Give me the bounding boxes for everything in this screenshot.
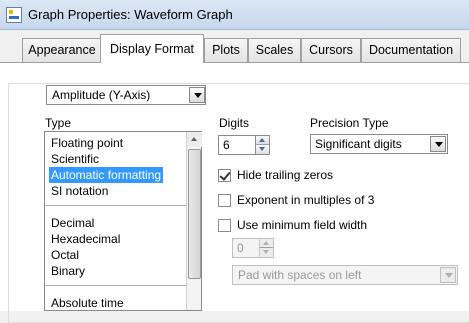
increment-icon[interactable] [259, 239, 273, 248]
decrement-icon[interactable] [259, 248, 273, 257]
tab-scales[interactable]: Scales [248, 38, 301, 62]
digits-value: 6 [223, 138, 230, 152]
list-separator [45, 285, 187, 286]
chevron-down-icon[interactable] [189, 87, 205, 103]
tab-label: Display Format [109, 42, 195, 56]
list-item[interactable]: Octal [49, 247, 81, 263]
list-item[interactable]: Floating point [49, 135, 125, 151]
list-item[interactable]: Hexadecimal [49, 231, 122, 247]
type-label: Type [45, 116, 72, 130]
digits-label: Digits [219, 116, 250, 130]
tab-documentation[interactable]: Documentation [361, 38, 461, 62]
digits-stepper[interactable]: 6 [218, 135, 270, 155]
title-bar: Graph Properties: Waveform Graph [0, 0, 469, 30]
precision-type-label: Precision Type [310, 116, 389, 130]
precision-type-select[interactable]: Significant digits [310, 134, 448, 154]
padding-select[interactable]: Pad with spaces on left [232, 265, 458, 285]
min-width-value: 0 [237, 241, 244, 255]
list-item[interactable]: Binary [49, 263, 87, 279]
list-item[interactable]: SI notation [49, 183, 110, 199]
min-field-width-label: Use minimum field width [237, 218, 368, 232]
tab-strip: Appearance Display Format Plots Scales C… [0, 30, 469, 63]
axis-select[interactable]: Amplitude (Y-Axis) [46, 85, 206, 105]
hide-trailing-zeros-label: Hide trailing zeros [237, 168, 334, 182]
tab-cursors[interactable]: Cursors [301, 38, 361, 62]
list-item[interactable]: Absolute time [49, 295, 126, 310]
app-icon [6, 7, 22, 23]
tab-display-format[interactable]: Display Format [100, 34, 204, 63]
precision-type-value: Significant digits [315, 137, 402, 151]
axis-select-value: Amplitude (Y-Axis) [52, 88, 151, 102]
min-field-width-checkbox[interactable] [218, 219, 231, 232]
tab-label: Documentation [368, 43, 454, 57]
tab-plots[interactable]: Plots [204, 38, 248, 62]
tab-label: Cursors [309, 43, 353, 57]
exponent-multiples-checkbox[interactable] [218, 194, 231, 207]
window-title: Graph Properties: Waveform Graph [28, 7, 233, 22]
list-scrollbar[interactable] [186, 132, 202, 310]
increment-icon[interactable] [255, 136, 269, 145]
chevron-down-icon[interactable] [430, 136, 446, 152]
tab-appearance[interactable]: Appearance [22, 38, 102, 62]
tab-label: Plots [212, 43, 240, 57]
type-listbox[interactable]: Floating point Scientific Automatic form… [44, 131, 202, 311]
list-item[interactable]: Scientific [49, 151, 101, 167]
tab-label: Scales [255, 43, 294, 57]
chevron-down-icon[interactable] [440, 267, 456, 283]
exponent-multiples-label: Exponent in multiples of 3 [237, 193, 375, 207]
list-item-selected[interactable]: Automatic formatting [49, 167, 164, 183]
list-separator [45, 205, 187, 206]
min-width-stepper[interactable]: 0 [232, 238, 274, 258]
list-item[interactable]: Decimal [49, 215, 96, 231]
hide-trailing-zeros-checkbox[interactable] [218, 169, 231, 182]
checkmark-icon [219, 169, 231, 181]
scroll-up-icon[interactable] [187, 132, 202, 147]
scroll-thumb[interactable] [188, 149, 201, 279]
padding-value: Pad with spaces on left [238, 268, 362, 282]
decrement-icon[interactable] [255, 145, 269, 154]
tab-label: Appearance [28, 43, 96, 57]
